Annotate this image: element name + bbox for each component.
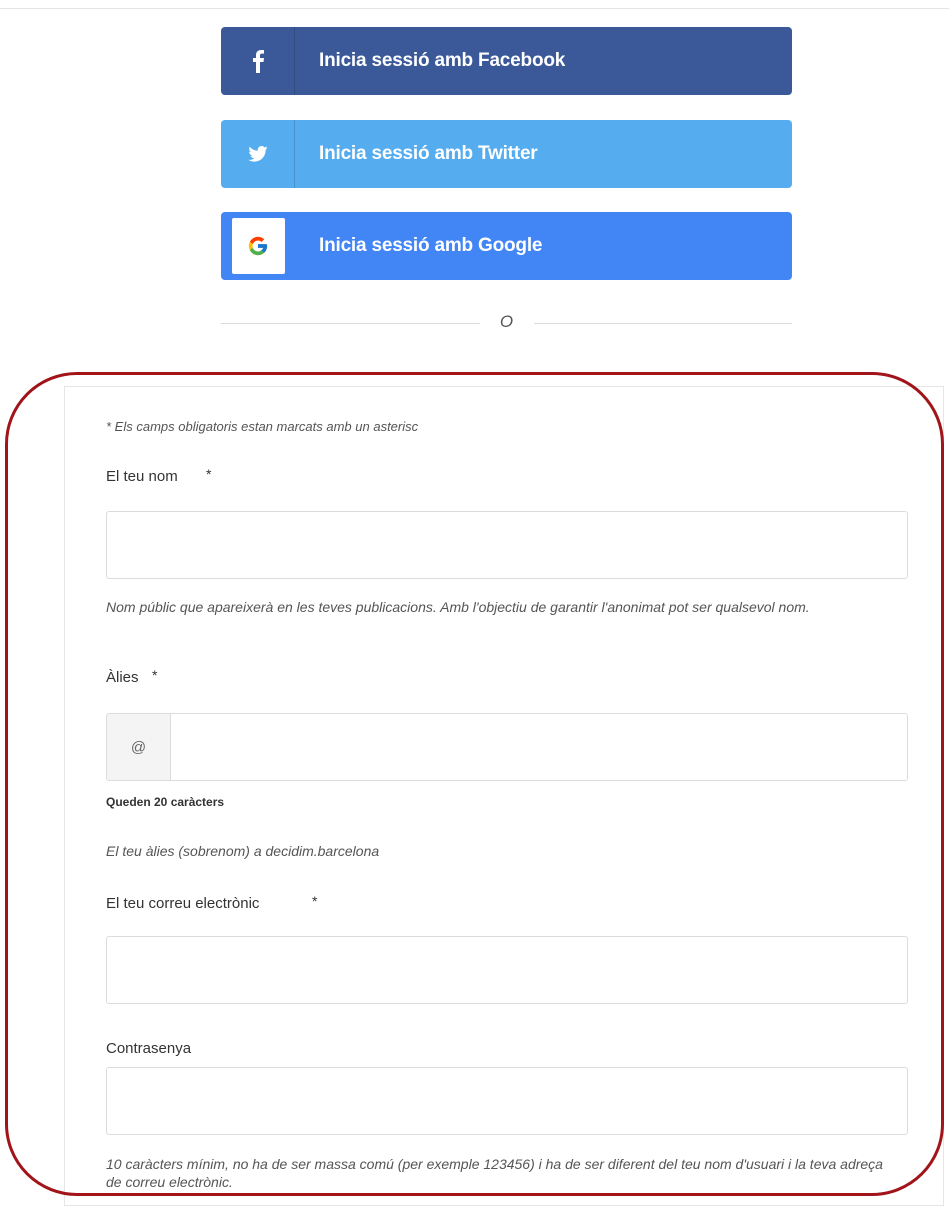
or-divider: O xyxy=(221,312,792,342)
alias-required-mark: * xyxy=(152,667,158,683)
alias-field[interactable]: @ xyxy=(106,713,908,781)
name-required-mark: * xyxy=(206,466,212,482)
facebook-icon xyxy=(252,50,264,73)
name-field[interactable] xyxy=(106,511,908,579)
name-input[interactable] xyxy=(107,512,907,578)
email-label: El teu correu electrònic xyxy=(106,895,260,912)
name-label: El teu nom xyxy=(106,468,178,485)
twitter-icon-box xyxy=(221,120,295,188)
alias-input[interactable] xyxy=(171,714,907,780)
alias-label: Àlies xyxy=(106,669,139,686)
required-fields-note: * Els camps obligatoris estan marcats am… xyxy=(106,419,419,434)
facebook-login-label: Inicia sessió amb Facebook xyxy=(319,50,566,71)
google-icon-box xyxy=(221,212,295,280)
email-input[interactable] xyxy=(107,937,907,1003)
or-text: O xyxy=(499,312,514,331)
password-field[interactable] xyxy=(106,1067,908,1135)
alias-char-counter: Queden 20 caràcters xyxy=(106,795,225,809)
google-login-label: Inicia sessió amb Google xyxy=(319,235,543,256)
divider-line-right xyxy=(534,323,792,324)
email-field[interactable] xyxy=(106,936,908,1004)
password-label: Contrasenya xyxy=(106,1040,192,1057)
google-icon xyxy=(248,236,268,256)
email-required-mark: * xyxy=(312,893,318,909)
facebook-icon-box xyxy=(221,27,295,95)
password-input[interactable] xyxy=(107,1068,907,1134)
twitter-login-button[interactable]: Inicia sessió amb Twitter xyxy=(221,120,792,188)
twitter-icon xyxy=(247,146,268,162)
google-login-button[interactable]: Inicia sessió amb Google xyxy=(221,212,792,280)
top-divider xyxy=(0,8,949,9)
password-help-text: 10 caràcters mínim, no ha de ser massa c… xyxy=(106,1156,883,1190)
facebook-login-button[interactable]: Inicia sessió amb Facebook xyxy=(221,27,792,95)
google-icon-bg xyxy=(231,218,285,274)
alias-help-text: El teu àlies (sobrenom) a decidim.barcel… xyxy=(106,843,380,859)
twitter-login-label: Inicia sessió amb Twitter xyxy=(319,143,538,164)
name-help-text: Nom públic que apareixerà en les teves p… xyxy=(106,599,810,615)
alias-prefix: @ xyxy=(107,714,171,780)
